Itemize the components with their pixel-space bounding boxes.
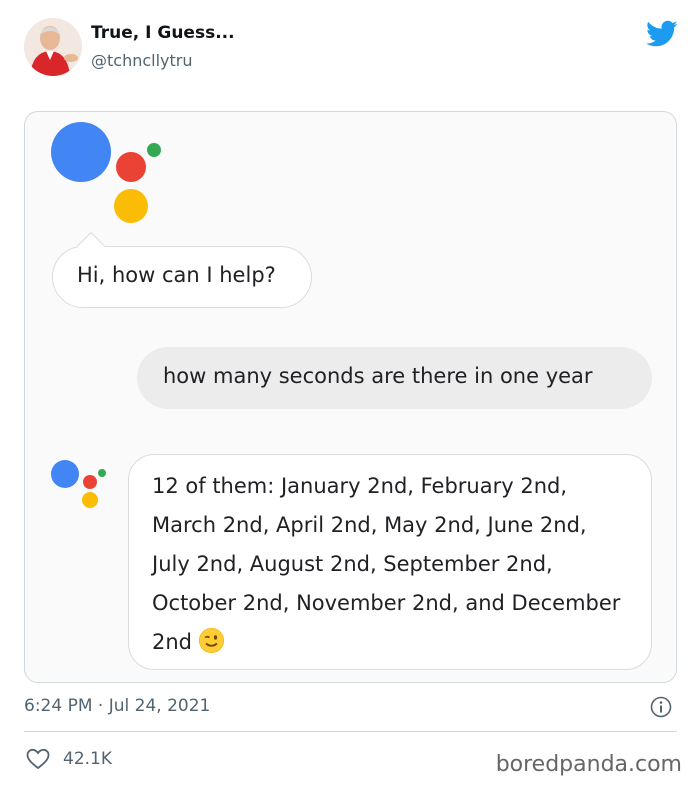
- like-count: 42.1K: [63, 749, 112, 769]
- tweet-header: True, I Guess... @tchncllytru: [24, 18, 680, 76]
- heart-icon[interactable]: [26, 748, 50, 770]
- watermark: boredpanda.com: [495, 752, 682, 777]
- google-assistant-logo-icon: [51, 122, 161, 223]
- assistant-dot-yellow: [82, 492, 98, 508]
- winking-face-icon: [198, 628, 224, 653]
- user-name[interactable]: True, I Guess...: [91, 23, 235, 43]
- assistant-dot-yellow: [114, 189, 148, 223]
- assistant-dot-green: [98, 469, 106, 477]
- divider: [24, 731, 677, 732]
- user-handle[interactable]: @tchncllytru: [91, 51, 193, 70]
- assistant-answer-text: 12 of them: January 2nd, February 2nd, M…: [152, 474, 621, 654]
- twitter-logo-icon[interactable]: [646, 20, 678, 48]
- assistant-dot-blue: [51, 460, 79, 488]
- user-query-text: how many seconds are there in one year: [163, 364, 593, 388]
- google-assistant-small-logo-icon: [51, 460, 106, 508]
- assistant-dot-red: [83, 475, 97, 489]
- bubble-tail: [76, 231, 106, 261]
- assistant-dot-red: [116, 152, 146, 182]
- assistant-greeting-text: Hi, how can I help?: [77, 263, 276, 287]
- tweet-media-image[interactable]: Hi, how can I help? how many seconds are…: [24, 111, 677, 683]
- assistant-greeting-bubble: Hi, how can I help?: [52, 231, 312, 308]
- assistant-dot-green: [147, 143, 161, 157]
- tweet-timestamp[interactable]: 6:24 PM · Jul 24, 2021: [24, 696, 210, 716]
- avatar[interactable]: [24, 18, 82, 76]
- assistant-dot-blue: [51, 122, 111, 182]
- info-icon[interactable]: [650, 696, 672, 718]
- user-query-bubble: how many seconds are there in one year: [137, 347, 652, 409]
- assistant-answer-bubble: 12 of them: January 2nd, February 2nd, M…: [128, 454, 652, 670]
